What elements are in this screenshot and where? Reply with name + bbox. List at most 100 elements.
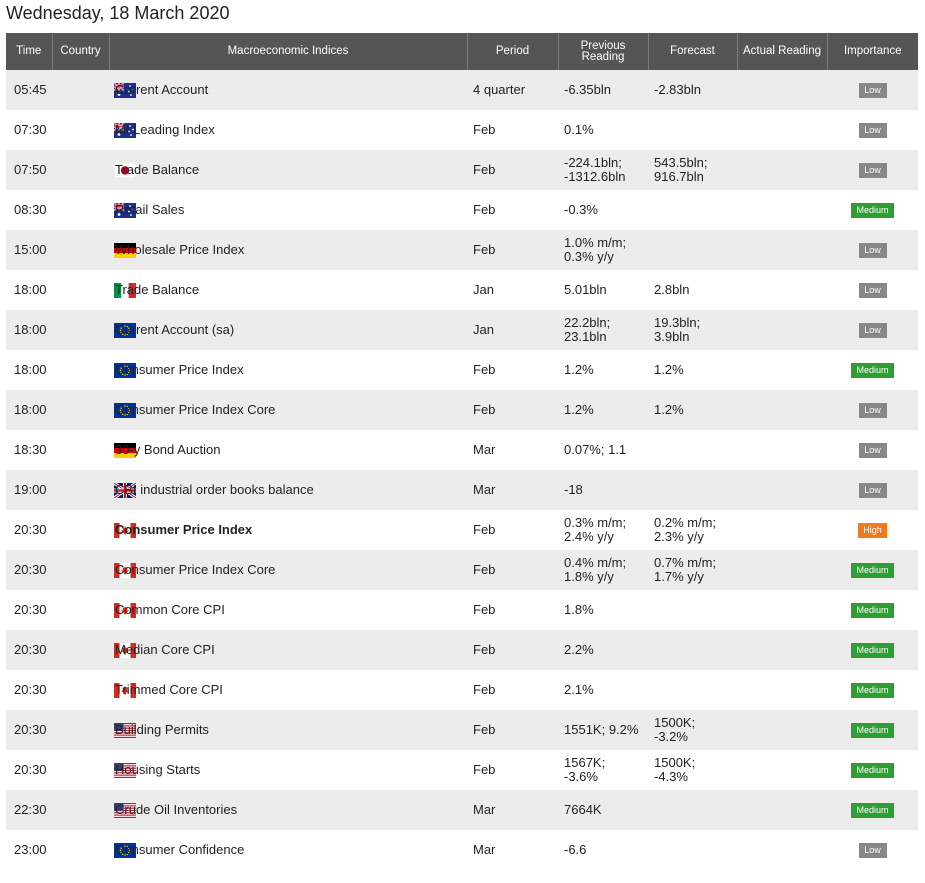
index-name-cell[interactable]: Consumer Price Index bbox=[109, 350, 467, 390]
header-importance[interactable]: Importance bbox=[827, 33, 918, 70]
table-row[interactable]: 05:45 Current Account 4 quarter -6.35bln -2.… bbox=[6, 70, 918, 110]
country-cell bbox=[52, 110, 136, 150]
header-forecast[interactable]: Forecast bbox=[648, 33, 738, 70]
index-name-cell[interactable]: Trade Balance bbox=[109, 150, 467, 190]
header-index[interactable]: Macroeconomic Indices bbox=[109, 33, 468, 70]
table-row[interactable]: 07:30 MI Leading Index Feb 0.1% Low bbox=[6, 110, 918, 150]
time-cell: 20:30 bbox=[6, 510, 52, 550]
table-row[interactable]: 20:30 Housing Starts Feb 1567K; -3.6% 1500K; -… bbox=[6, 750, 918, 790]
period-cell: Feb bbox=[467, 350, 558, 390]
index-name-cell[interactable]: CBI industrial order books balance bbox=[109, 470, 467, 510]
table-row[interactable]: 18:00 Consumer Price Index Core Feb 1.2% 1.2… bbox=[6, 390, 918, 430]
index-name-cell[interactable]: Common Core CPI bbox=[109, 590, 467, 630]
importance-cell: Medium bbox=[827, 710, 918, 750]
importance-badge: Low bbox=[858, 443, 887, 458]
period-cell: Feb bbox=[467, 710, 558, 750]
table-row[interactable]: 15:00 Wholesale Price Index Feb 1.0% m/m; 0.… bbox=[6, 230, 918, 270]
period-cell: Feb bbox=[467, 110, 558, 150]
index-name-cell[interactable]: Median Core CPI bbox=[109, 630, 467, 670]
forecast-cell bbox=[648, 670, 737, 710]
table-row[interactable]: 19:00 CBI industrial order books balance M… bbox=[6, 470, 918, 510]
index-name-cell[interactable]: Wholesale Price Index bbox=[109, 230, 467, 270]
table-row[interactable]: 20:30 Median Core CPI Feb 2.2% Medium bbox=[6, 630, 918, 670]
country-cell bbox=[52, 830, 136, 870]
country-cell bbox=[52, 150, 136, 190]
table-row[interactable]: 08:30 Retail Sales Feb -0.3% Medium bbox=[6, 190, 918, 230]
actual-reading-cell bbox=[737, 430, 827, 470]
previous-reading-cell: -0.3% bbox=[558, 190, 648, 230]
table-row[interactable]: 20:30 Trimmed Core CPI Feb 2.1% Medium bbox=[6, 670, 918, 710]
prev-line: 2.4% y/y bbox=[564, 529, 614, 544]
table-row[interactable]: 23:00 Consumer Confidence Mar -6.6 Low bbox=[6, 830, 918, 870]
previous-reading-cell: 1567K; -3.6% bbox=[558, 750, 648, 790]
table-row[interactable]: 18:00 Current Account (sa) Jan 22.2bln; 23.1… bbox=[6, 310, 918, 350]
index-name-cell[interactable]: Consumer Price Index Core bbox=[109, 550, 467, 590]
table-row[interactable]: 18:00 Consumer Price Index Feb 1.2% 1.2% Medi… bbox=[6, 350, 918, 390]
index-name-cell[interactable]: Trimmed Core CPI bbox=[109, 670, 467, 710]
prev-line: 23.1bln bbox=[564, 329, 607, 344]
country-cell bbox=[52, 350, 136, 390]
prev-line: 1.0% m/m; bbox=[564, 235, 627, 250]
actual-reading-cell bbox=[737, 70, 827, 110]
table-row[interactable]: 20:30 Common Core CPI Feb 1.8% Medium bbox=[6, 590, 918, 630]
country-cell bbox=[52, 390, 136, 430]
index-name-cell[interactable]: Crude Oil Inventories bbox=[109, 790, 467, 830]
previous-reading-cell: 1.2% bbox=[558, 390, 648, 430]
prev-line: 0.3% y/y bbox=[564, 249, 614, 264]
importance-badge: High bbox=[858, 523, 887, 538]
time-cell: 20:30 bbox=[6, 550, 52, 590]
header-period[interactable]: Period bbox=[467, 33, 559, 70]
index-name-cell[interactable]: Retail Sales bbox=[109, 190, 467, 230]
period-cell: Jan bbox=[467, 310, 558, 350]
header-actual[interactable]: Actual Reading bbox=[737, 33, 828, 70]
importance-badge: Low bbox=[858, 123, 887, 138]
table-row[interactable]: 18:30 30-y Bond Auction Mar 0.07%; 1.1 Low bbox=[6, 430, 918, 470]
index-name-cell[interactable]: MI Leading Index bbox=[109, 110, 467, 150]
time-cell: 05:45 bbox=[6, 70, 52, 110]
table-row[interactable]: 20:30 Building Permits Feb 1551K; 9.2% 1500K… bbox=[6, 710, 918, 750]
table-row[interactable]: 20:30 Consumer Price Index Feb 0.3% m/m; 2.4… bbox=[6, 510, 918, 550]
importance-cell: Medium bbox=[827, 790, 918, 830]
forecast-line: 3.9bln bbox=[654, 329, 690, 344]
forecast-line: -3.2% bbox=[654, 729, 688, 744]
forecast-line: 916.7bln bbox=[654, 169, 704, 184]
forecast-cell bbox=[648, 430, 737, 470]
header-previous-line2: Reading bbox=[581, 50, 625, 63]
actual-reading-cell bbox=[737, 710, 827, 750]
forecast-cell: 543.5bln; 916.7bln bbox=[648, 150, 737, 190]
actual-reading-cell bbox=[737, 750, 827, 790]
index-name-cell[interactable]: Building Permits bbox=[109, 710, 467, 750]
actual-reading-cell bbox=[737, 390, 827, 430]
index-name-cell[interactable]: 30-y Bond Auction bbox=[109, 430, 467, 470]
country-cell bbox=[52, 230, 136, 270]
prev-line: -0.3% bbox=[564, 202, 598, 217]
index-name-cell[interactable]: Consumer Price Index Core bbox=[109, 390, 467, 430]
header-country[interactable]: Country bbox=[52, 33, 110, 70]
forecast-line: 543.5bln; bbox=[654, 155, 708, 170]
header-time[interactable]: Time bbox=[6, 33, 53, 70]
importance-cell: Medium bbox=[827, 190, 918, 230]
table-body: 05:45 Current Account 4 quarter -6.35bln -2.… bbox=[6, 70, 918, 870]
importance-cell: Low bbox=[827, 430, 918, 470]
index-name-cell[interactable]: Consumer Confidence bbox=[109, 830, 467, 870]
table-row[interactable]: 07:50 Trade Balance Feb -224.1bln; -1312.6bl… bbox=[6, 150, 918, 190]
index-name-cell[interactable]: Current Account (sa) bbox=[109, 310, 467, 350]
table-row[interactable]: 22:30 Crude Oil Inventories Mar 7664K Medium bbox=[6, 790, 918, 830]
importance-cell: Medium bbox=[827, 630, 918, 670]
prev-line: 1567K; bbox=[564, 755, 606, 770]
forecast-cell: 1.2% bbox=[648, 390, 737, 430]
period-cell: Feb bbox=[467, 190, 558, 230]
table-row[interactable]: 18:00 Trade Balance Jan 5.01bln 2.8bln Low bbox=[6, 270, 918, 310]
importance-badge: Medium bbox=[851, 683, 894, 698]
index-name-cell[interactable]: Current Account bbox=[109, 70, 467, 110]
index-name-cell[interactable]: Trade Balance bbox=[109, 270, 467, 310]
header-previous[interactable]: Previous Reading bbox=[558, 33, 649, 70]
importance-badge: Low bbox=[858, 403, 887, 418]
index-name-cell[interactable]: Consumer Price Index bbox=[109, 510, 467, 550]
actual-reading-cell bbox=[737, 350, 827, 390]
table-row[interactable]: 20:30 Consumer Price Index Core Feb 0.4% m/… bbox=[6, 550, 918, 590]
index-name-cell[interactable]: Housing Starts bbox=[109, 750, 467, 790]
time-cell: 22:30 bbox=[6, 790, 52, 830]
country-cell bbox=[52, 590, 136, 630]
forecast-line: 1.2% bbox=[654, 402, 684, 417]
